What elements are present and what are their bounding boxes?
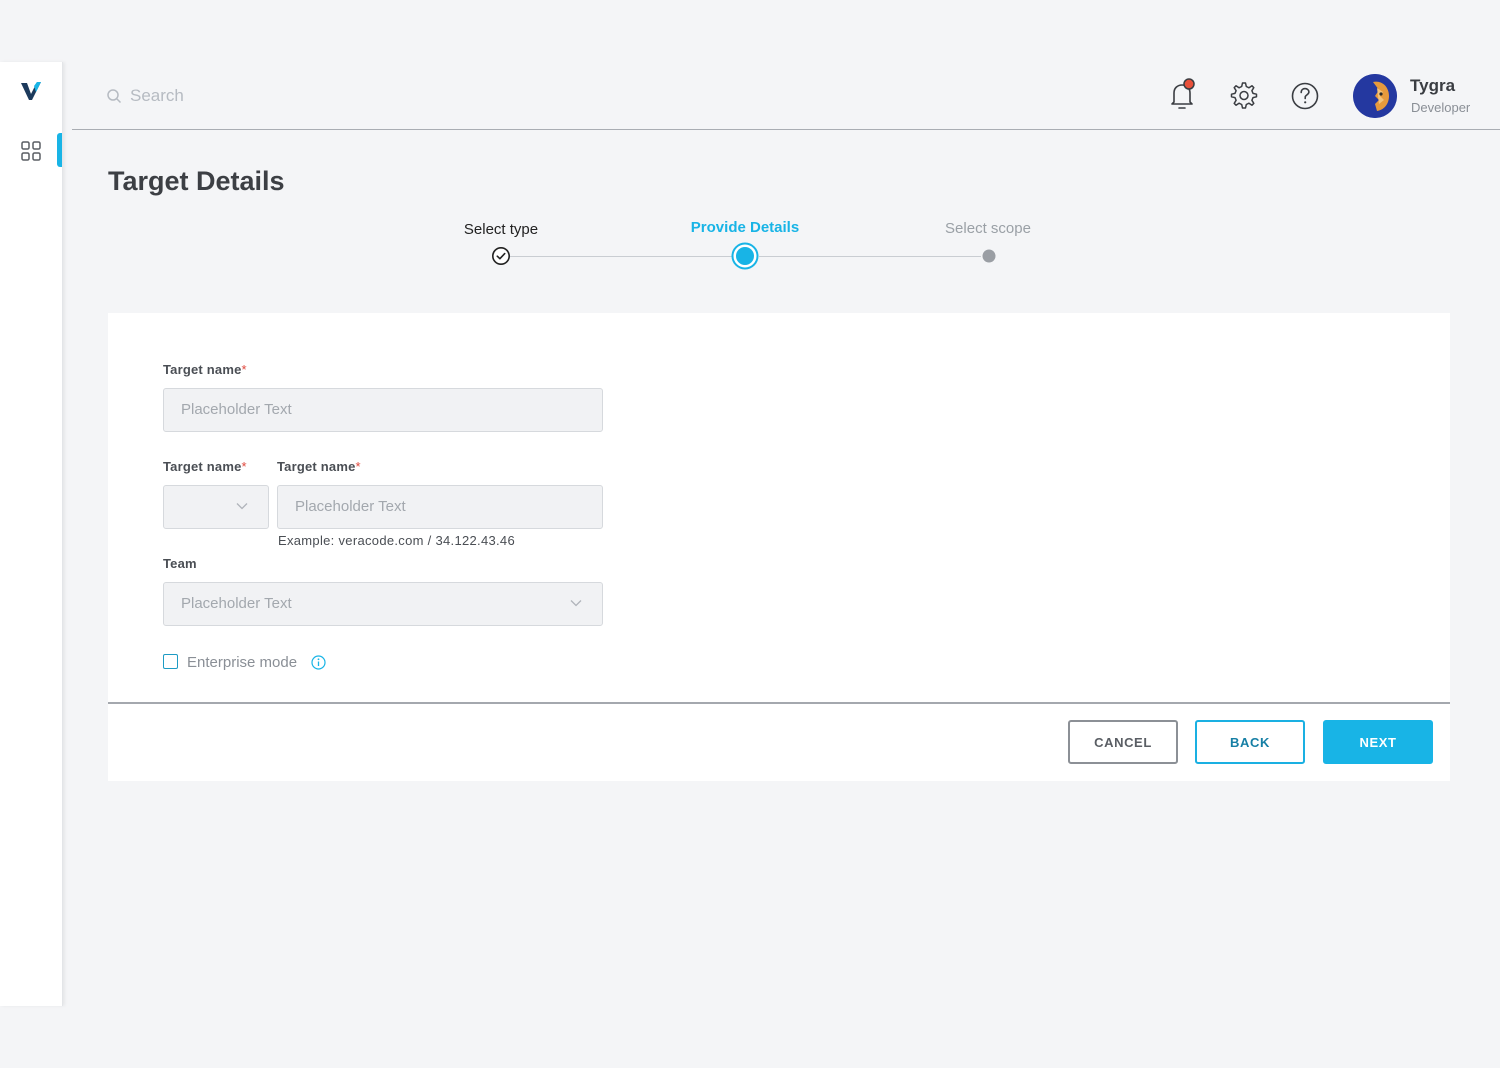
stepper-line-upcoming <box>759 256 981 257</box>
form-footer-divider <box>108 702 1450 704</box>
team-placeholder: Placeholder Text <box>181 595 292 612</box>
avatar-image <box>1353 74 1397 118</box>
team-select[interactable]: Placeholder Text <box>163 582 603 626</box>
dashboard-grid-icon[interactable] <box>20 140 42 162</box>
target-name-label: Target name* <box>163 362 247 377</box>
next-button[interactable]: NEXT <box>1323 720 1433 764</box>
search-placeholder: Search <box>130 86 184 105</box>
chevron-down-icon <box>236 503 248 510</box>
required-marker: * <box>355 459 361 474</box>
sidebar <box>0 62 63 1006</box>
cancel-button[interactable]: CANCEL <box>1068 720 1178 764</box>
veracode-logo[interactable] <box>20 80 42 102</box>
target-name-input[interactable]: Placeholder Text <box>163 388 603 432</box>
step-label-provide-details: Provide Details <box>690 219 800 236</box>
step-label-select-type: Select type <box>463 221 539 238</box>
user-avatar[interactable] <box>1353 74 1397 118</box>
info-icon[interactable] <box>311 655 326 670</box>
nav-active-indicator <box>57 133 62 167</box>
target-name-placeholder: Placeholder Text <box>181 401 292 418</box>
host-example-hint: Example: veracode.com / 34.122.43.46 <box>278 533 515 548</box>
user-name: Tygra <box>1410 76 1456 95</box>
back-button[interactable]: BACK <box>1195 720 1305 764</box>
enterprise-mode-checkbox[interactable] <box>163 654 178 669</box>
step-upcoming-dot-icon[interactable] <box>982 249 996 263</box>
step-label-select-scope: Select scope <box>945 220 1031 237</box>
search-icon <box>107 89 122 104</box>
notification-bell-icon[interactable] <box>1165 78 1199 112</box>
stepper-line-completed <box>510 256 732 257</box>
host-label: Target name* <box>277 459 361 474</box>
host-input[interactable]: Placeholder Text <box>277 485 603 529</box>
required-marker: * <box>241 459 247 474</box>
protocol-label: Target name* <box>163 459 247 474</box>
enterprise-mode-label[interactable]: Enterprise mode <box>187 654 297 671</box>
search-input[interactable]: Search <box>106 82 406 110</box>
team-label: Team <box>163 556 197 571</box>
protocol-select[interactable] <box>163 485 269 529</box>
top-bar: Search Tygra Developer <box>72 62 1500 130</box>
required-marker: * <box>241 362 247 377</box>
host-placeholder: Placeholder Text <box>295 498 406 515</box>
settings-gear-icon[interactable] <box>1226 78 1260 112</box>
step-active-indicator-icon[interactable] <box>731 242 759 270</box>
chevron-down-icon <box>570 600 582 607</box>
help-icon[interactable] <box>1288 78 1322 112</box>
page-title: Target Details <box>108 166 285 196</box>
user-role: Developer <box>1411 100 1471 115</box>
step-completed-check-icon[interactable] <box>491 246 511 266</box>
